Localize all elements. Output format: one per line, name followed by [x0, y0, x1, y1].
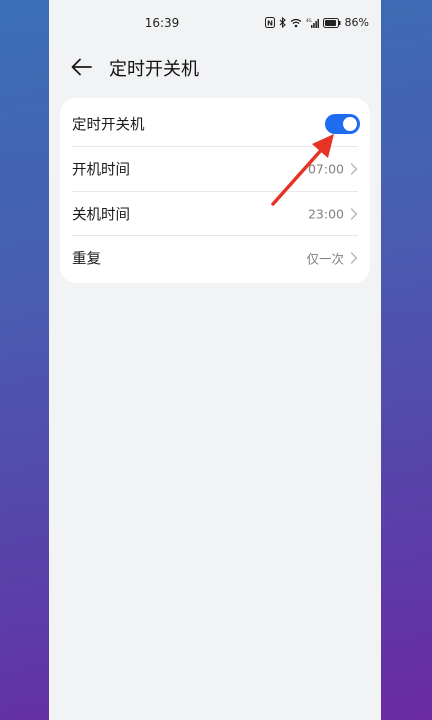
- bluetooth-icon: [279, 17, 286, 28]
- settings-card: 定时开关机 开机时间 07:00 关机时间 23:00 重复 仅一次: [60, 98, 370, 283]
- power-off-time-label: 关机时间: [72, 207, 130, 224]
- arrow-left-icon: [71, 58, 92, 76]
- power-off-time-row[interactable]: 关机时间 23:00: [60, 192, 370, 236]
- title-bar: 定时开关机: [49, 44, 381, 90]
- page-title: 定时开关机: [109, 59, 199, 80]
- back-button[interactable]: [67, 52, 97, 82]
- svg-text:4G: 4G: [306, 18, 312, 23]
- chevron-right-icon: [350, 208, 358, 220]
- signal-icon: 4G: [306, 18, 319, 28]
- chevron-right-icon: [350, 163, 358, 175]
- scheduled-power-toggle[interactable]: [325, 114, 360, 134]
- power-off-time-value: 23:00: [307, 206, 344, 222]
- status-bar: 16:39 N 4G 86%: [49, 0, 381, 46]
- battery-percent: 86%: [344, 16, 369, 29]
- wifi-icon: [290, 18, 302, 28]
- repeat-label: 重复: [72, 251, 101, 268]
- power-on-time-row[interactable]: 开机时间 07:00: [60, 147, 370, 191]
- battery-icon: [322, 17, 341, 28]
- repeat-row[interactable]: 重复 仅一次: [60, 236, 370, 280]
- svg-text:N: N: [267, 20, 273, 28]
- status-time: 16:39: [144, 16, 180, 30]
- scheduled-power-toggle-row[interactable]: 定时开关机: [60, 102, 370, 146]
- chevron-right-icon: [350, 252, 358, 264]
- toggle-knob: [343, 117, 357, 131]
- power-on-time-label: 开机时间: [72, 162, 130, 179]
- nfc-icon: N: [264, 17, 275, 28]
- status-icons: N 4G 86%: [264, 16, 369, 29]
- phone-screen: 16:39 N 4G 86% 定时开关机 定时开关机 开机时间 07:00 关机…: [49, 0, 381, 720]
- power-on-time-value: 07:00: [307, 161, 344, 177]
- scheduled-power-label: 定时开关机: [72, 117, 145, 134]
- repeat-value: 仅一次: [306, 251, 344, 267]
